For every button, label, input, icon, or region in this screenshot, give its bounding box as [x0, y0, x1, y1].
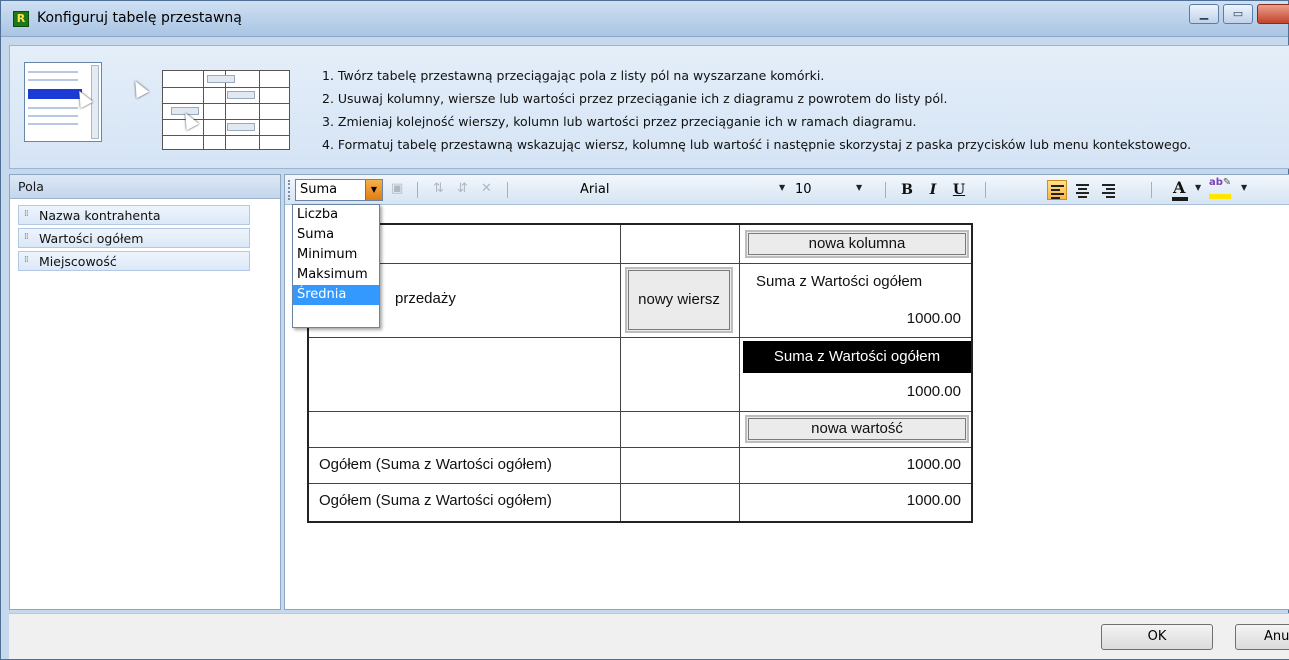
- cancel-button[interactable]: Anulu: [1235, 624, 1289, 650]
- pivot-diagram: nowa kolumna przedaży nowy wiersz Suma z…: [307, 223, 973, 523]
- minimize-button[interactable]: ▁: [1189, 4, 1219, 24]
- field-list-header: Pola: [10, 175, 280, 199]
- aggregate-function-select[interactable]: Suma ▼: [295, 179, 383, 201]
- chevron-down-icon[interactable]: ▼: [365, 180, 382, 200]
- cursor-icon: [129, 77, 149, 99]
- instructions-list: 1. Twórz tabelę przestawną przeciągając …: [322, 64, 1282, 156]
- pivot-config-window: R Konfiguruj tabelę przestawną ▁ ▭ 1. Tw…: [0, 0, 1289, 660]
- sort-descending-icon[interactable]: ⇵: [457, 181, 468, 196]
- drag-grip-icon: ⁞⁞: [24, 255, 29, 265]
- aggregate-function-dropdown: Liczba Suma Minimum Maksimum Średnia: [292, 204, 380, 328]
- bold-button[interactable]: B: [897, 180, 917, 200]
- underline-button[interactable]: U: [949, 180, 969, 200]
- drag-diagram-illustration: [22, 54, 294, 154]
- total-label: Ogółem (Suma z Wartości ogółem): [319, 456, 552, 473]
- field-item-label: Miejscowość: [39, 254, 117, 269]
- field-item-label: Nazwa kontrahenta: [39, 208, 161, 223]
- align-left-button[interactable]: [1047, 180, 1067, 200]
- drag-grip-icon: ⁞⁞: [24, 232, 29, 242]
- value-header-selected[interactable]: Suma z Wartości ogółem: [743, 341, 971, 373]
- font-size-value: 10: [795, 182, 812, 197]
- instruction-panel: 1. Twórz tabelę przestawną przeciągając …: [9, 45, 1289, 169]
- app-icon: R: [13, 11, 29, 27]
- row-field-label[interactable]: przedaży: [395, 290, 456, 307]
- dropdown-option-liczba[interactable]: Liczba: [293, 205, 379, 225]
- font-color-letter: A: [1173, 178, 1186, 197]
- highlight-chevron-icon[interactable]: ▼: [1241, 183, 1247, 192]
- minimize-icon: ▁: [1199, 7, 1209, 20]
- new-column-drop-target[interactable]: nowa kolumna: [745, 230, 969, 258]
- total-label: Ogółem (Suma z Wartości ogółem): [319, 492, 552, 509]
- pivot-designer-panel: Suma ▼ ▣ ⇅ ⇵ ✕ Arial ▼ 10 ▼ B I U A ▼ ab…: [284, 174, 1289, 610]
- field-item-wartosci-ogolem[interactable]: ⁞⁞ Wartości ogółem: [18, 228, 250, 248]
- new-value-label: nowa wartość: [811, 420, 903, 437]
- highlight-color-button[interactable]: ab✎: [1209, 177, 1232, 199]
- aggregate-function-value: Suma: [300, 182, 338, 197]
- instruction-line: 4. Formatuj tabelę przestawną wskazując …: [322, 137, 1192, 152]
- toolbar-grip[interactable]: [288, 180, 291, 200]
- maximize-button[interactable]: ▭: [1223, 4, 1253, 24]
- value-cell: 1000.00: [906, 383, 961, 400]
- window-title: Konfiguruj tabelę przestawną: [37, 10, 242, 26]
- title-bar: R Konfiguruj tabelę przestawną ▁ ▭: [1, 1, 1289, 37]
- instruction-line: 3. Zmieniaj kolejność wierszy, kolumn lu…: [322, 114, 917, 129]
- ok-button[interactable]: OK: [1101, 624, 1213, 650]
- font-size-chevron-icon[interactable]: ▼: [856, 183, 862, 192]
- italic-button[interactable]: I: [923, 180, 943, 200]
- dropdown-option-maksimum[interactable]: Maksimum: [293, 265, 379, 285]
- font-family-select[interactable]: Arial: [575, 179, 825, 201]
- value-cell: 1000.00: [906, 310, 961, 327]
- close-button[interactable]: [1257, 4, 1289, 24]
- new-column-label: nowa kolumna: [808, 235, 906, 252]
- font-family-chevron-icon[interactable]: ▼: [779, 183, 785, 192]
- format-toolbar: Suma ▼ ▣ ⇅ ⇵ ✕ Arial ▼ 10 ▼ B I U A ▼ ab…: [285, 175, 1289, 205]
- align-right-button[interactable]: [1099, 180, 1119, 200]
- font-color-chevron-icon[interactable]: ▼: [1195, 183, 1201, 192]
- highlight-label: ab: [1209, 177, 1223, 188]
- pencil-icon: ✎: [1222, 177, 1232, 188]
- formula-icon[interactable]: ▣: [391, 181, 403, 196]
- sort-ascending-icon[interactable]: ⇅: [433, 181, 444, 196]
- dropdown-option-srednia[interactable]: Średnia: [293, 285, 379, 305]
- field-item-nazwa-kontrahenta[interactable]: ⁞⁞ Nazwa kontrahenta: [18, 205, 250, 225]
- value-header-selected-label: Suma z Wartości ogółem: [773, 348, 941, 365]
- new-value-drop-target[interactable]: nowa wartość: [745, 415, 969, 443]
- drag-grip-icon: ⁞⁞: [24, 209, 29, 219]
- value-header[interactable]: Suma z Wartości ogółem: [756, 273, 922, 290]
- field-item-miejscowosc[interactable]: ⁞⁞ Miejscowość: [18, 251, 250, 271]
- total-value: 1000.00: [906, 456, 961, 473]
- instruction-line: 1. Twórz tabelę przestawną przeciągając …: [322, 68, 825, 83]
- font-color-button[interactable]: A: [1172, 178, 1188, 201]
- maximize-icon: ▭: [1232, 7, 1244, 20]
- field-item-label: Wartości ogółem: [39, 231, 144, 246]
- clear-sort-icon[interactable]: ✕: [481, 181, 492, 196]
- font-family-value: Arial: [580, 182, 610, 197]
- dropdown-option-suma[interactable]: Suma: [293, 225, 379, 245]
- new-row-label: nowy wiersz: [638, 291, 720, 308]
- dialog-button-bar: OK Anulu: [9, 613, 1289, 659]
- instruction-line: 2. Usuwaj kolumny, wiersze lub wartości …: [322, 91, 948, 106]
- mini-pivot-grid: [162, 70, 290, 150]
- field-list-panel: Pola ⁞⁞ Nazwa kontrahenta ⁞⁞ Wartości og…: [9, 174, 281, 610]
- total-value: 1000.00: [906, 492, 961, 509]
- new-row-drop-target[interactable]: nowy wiersz: [625, 267, 733, 333]
- align-center-button[interactable]: [1073, 180, 1093, 200]
- dropdown-option-minimum[interactable]: Minimum: [293, 245, 379, 265]
